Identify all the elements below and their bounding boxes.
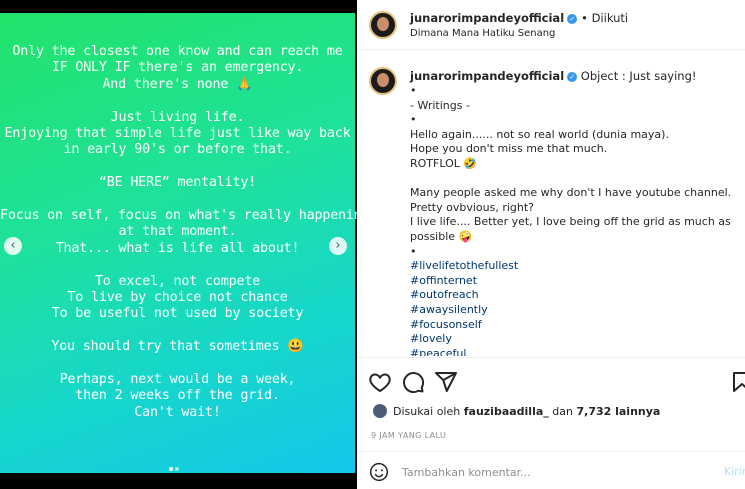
story-line (0, 192, 355, 208)
story-line (0, 356, 355, 372)
story-line: Enjoying that simple life just like way … (4, 126, 351, 142)
story-line: Just living life. (110, 109, 245, 125)
story-line: in early 90's or before that. (63, 142, 292, 158)
post-timestamp[interactable]: 9 JAM YANG LALU (371, 431, 446, 440)
header-username[interactable]: junarorimpandeyofficial (410, 11, 564, 25)
heart-icon[interactable] (368, 370, 392, 394)
caption-line: ROTFLOL 🤣 (410, 156, 478, 170)
caption-line: Pretty ovbvious, right? (410, 200, 535, 214)
caption-line: • (410, 244, 417, 258)
story-line: To excel, not compete (94, 273, 261, 289)
follow-status[interactable]: • Diikuti (581, 11, 628, 25)
emoji-icon[interactable] (369, 462, 389, 482)
story-line: To live by choice not chance (67, 290, 288, 306)
caption-text: • - Writings - • Hello again...... not so r… (410, 84, 740, 356)
hashtag-link[interactable]: #lovely (410, 332, 740, 347)
verified-badge-icon: ✓ (567, 14, 578, 24)
story-text: Only the closest one know and can reach … (0, 44, 370, 421)
story-line: Focus on self, focus on what's really ha… (0, 208, 370, 224)
chevron-left-icon[interactable]: ‹ (4, 237, 22, 255)
story-line (0, 159, 355, 175)
comment-bar: Kirim (357, 451, 745, 489)
caption-line: • (410, 84, 417, 97)
story-line: That... what is life all about! (55, 240, 300, 256)
hashtag-link[interactable]: #focusonself (410, 318, 740, 333)
caption-line (410, 172, 740, 187)
verified-badge-icon: ✓ (567, 72, 578, 82)
bookmark-icon[interactable] (730, 370, 745, 394)
caption-scroll-area[interactable]: junarorimpandeyofficial ✓ Object : Just s… (357, 50, 745, 356)
caption-username[interactable]: junarorimpandeyofficial (410, 69, 564, 83)
likes-summary: Disukai oleh fauzibaadilla_ dan 7,732 la… (373, 404, 660, 424)
hashtag-link[interactable]: #awaysilently (410, 303, 740, 318)
carousel-dot (175, 467, 179, 471)
post-image[interactable]: Only the closest one know and can reach … (0, 0, 370, 489)
post-header: junarorimpandeyofficial ✓ • Diikuti Dimana… (357, 0, 745, 50)
header-username-row: junarorimpandeyofficial ✓ • Diikuti (410, 11, 628, 25)
story-line: Can't wait! (134, 404, 221, 420)
carousel-dots (169, 456, 181, 475)
liker-avatar[interactable] (373, 404, 387, 418)
caption-line: • (410, 113, 417, 127)
story-line: IF ONLY IF there's an emergency. (51, 60, 304, 76)
post-comment-button[interactable]: Kirim (724, 465, 745, 478)
carousel-dot (169, 467, 173, 471)
liker-username[interactable]: fauzibaadilla_ (464, 405, 549, 418)
story-line (0, 257, 355, 273)
story-line: then 2 weeks off the grid. (75, 388, 280, 404)
hashtag-link[interactable]: #offinternet (410, 274, 740, 289)
story-line (0, 93, 355, 109)
story-line: at that moment. (118, 224, 237, 240)
caption-line: - Writings - (410, 98, 470, 112)
likes-prefix: Disukai oleh (393, 405, 461, 418)
location-link[interactable]: Dimana Mana Hatiku Senang (410, 28, 555, 39)
share-icon[interactable] (434, 370, 458, 394)
caption-line: I live life.... Better yet, I love being… (410, 215, 731, 229)
story-line: “BE HERE” mentality! (98, 175, 257, 191)
chevron-right-icon[interactable]: › (329, 237, 347, 255)
story-line: Perhaps, next would be a week, (59, 372, 296, 388)
likes-count[interactable]: 7,732 lainnya (576, 405, 660, 418)
caption-avatar[interactable] (369, 67, 397, 95)
story-line: Only the closest one know and can reach … (12, 44, 343, 59)
post-side-panel: junarorimpandeyofficial ✓ • Diikuti Dimana… (357, 0, 745, 489)
caption-line: possible 🤪 (410, 229, 473, 243)
avatar[interactable] (369, 11, 397, 39)
story-line: To be useful not used by society (51, 306, 304, 322)
action-bar (357, 357, 745, 408)
hashtag-link[interactable]: #livelifetothefullest (410, 259, 740, 274)
story-line (0, 323, 355, 339)
hashtag-link[interactable]: #outofreach (410, 288, 740, 303)
caption-line: Hello again...... not so real world (dun… (410, 127, 669, 141)
comment-input[interactable] (402, 462, 712, 482)
caption-header: junarorimpandeyofficial ✓ Object : Just s… (410, 69, 697, 83)
caption-line: Many people asked me why don't I have yo… (410, 186, 732, 200)
hashtag-link[interactable]: #peaceful (410, 347, 740, 356)
comment-icon[interactable] (401, 370, 425, 394)
story-line: And there's none 🙏 (102, 76, 253, 92)
likes-and: dan (552, 405, 573, 418)
caption-title: Object : Just saying! (580, 69, 697, 83)
story-line: You should try that sometimes 😃 (51, 339, 304, 355)
caption-line: Hope you don't miss me that much. (410, 142, 608, 156)
